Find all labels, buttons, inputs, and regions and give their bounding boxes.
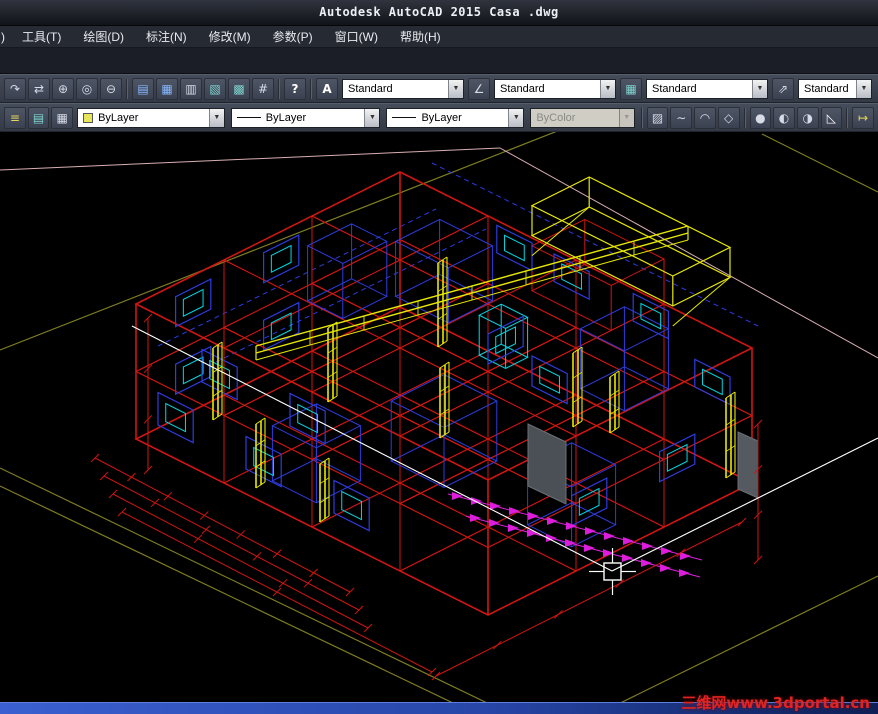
arc-icon[interactable]: ◠	[694, 106, 716, 129]
dim-style-combo[interactable]: Standard ▼	[494, 78, 616, 99]
layer-properties-icon[interactable]: ≡	[4, 106, 26, 129]
menu-item-window[interactable]: 窗口(W)	[324, 26, 389, 48]
toolbar-row-properties: ≡ ▤ ▦ ByLayer ▼ ByLayer ▼ ByLayer ▼ ByCo…	[0, 103, 878, 132]
render-sphere-icon[interactable]: ●	[749, 106, 772, 129]
titlebar[interactable]: Autodesk AutoCAD 2015 Casa .dwg	[0, 0, 878, 26]
dropdown-arrow-icon: ▼	[618, 108, 634, 127]
region-icon[interactable]: ◇	[717, 106, 740, 129]
menubar: ) 工具(T) 绘图(D) 标注(N) 修改(M) 参数(P) 窗口(W) 帮助…	[0, 26, 878, 48]
zoom-in-icon[interactable]: ⊕	[52, 77, 74, 100]
polyline-icon[interactable]: ∼	[670, 106, 693, 129]
plot-preview-icon[interactable]: ▥	[180, 77, 202, 100]
table-style-combo[interactable]: Standard ▼	[646, 78, 768, 99]
dropdown-arrow-icon[interactable]: ▼	[856, 79, 871, 98]
zoom-previous-icon[interactable]: ⊖	[100, 77, 122, 100]
lineweight-control-combo[interactable]: ByLayer ▼	[386, 107, 525, 128]
linetype-control-value: ByLayer	[265, 111, 307, 124]
toolbar-separator	[310, 78, 312, 99]
menu-item-modify[interactable]: 修改(M)	[198, 26, 262, 48]
menu-item-partial[interactable]: )	[0, 26, 11, 48]
render-light-icon[interactable]: ◑	[796, 106, 819, 129]
lineweight-sample	[392, 117, 417, 118]
match-properties-icon[interactable]: ▨	[646, 106, 669, 129]
multileader-style-combo[interactable]: Standard ▼	[798, 78, 872, 99]
quickcalc-icon[interactable]: #	[252, 77, 274, 100]
plot-icon[interactable]: ▦	[156, 77, 178, 100]
toolbar-separator	[743, 107, 746, 128]
pan-icon[interactable]: ⇄	[28, 77, 50, 100]
lineweight-control-value: ByLayer	[421, 111, 462, 124]
plot-style-control-combo: ByColor ▼	[530, 107, 635, 128]
layer-make-current-icon[interactable]: ▦	[51, 106, 74, 129]
dropdown-arrow-icon[interactable]: ▼	[508, 108, 524, 127]
window-title: Autodesk AutoCAD 2015 Casa .dwg	[319, 5, 559, 19]
color-control-combo[interactable]: ByLayer ▼	[77, 107, 225, 128]
table-icon[interactable]: ▩	[228, 77, 250, 100]
color-control-value: ByLayer	[98, 111, 139, 124]
plot-style-control-value: ByColor	[536, 111, 576, 124]
dim-style-value: Standard	[500, 82, 545, 95]
text-style-icon[interactable]: A	[316, 77, 338, 100]
menu-item-tools[interactable]: 工具(T)	[11, 26, 72, 48]
menu-item-help[interactable]: 帮助(H)	[389, 26, 452, 48]
linetype-control-combo[interactable]: ByLayer ▼	[230, 107, 381, 128]
menu-item-dimension[interactable]: 标注(N)	[135, 26, 198, 48]
wireframe-drawing	[0, 132, 878, 702]
toolbar-separator	[846, 107, 849, 128]
toolbar-separator	[278, 78, 280, 99]
toolbar-row-standard: ↷ ⇄ ⊕ ◎ ⊖ ▤ ▦ ▥ ▧ ▩ # ? A Standard ▼ ∠ S…	[0, 74, 878, 103]
menu-item-draw[interactable]: 绘图(D)	[72, 26, 135, 48]
zoom-realtime-icon[interactable]: ◎	[76, 77, 98, 100]
table-style-icon[interactable]: ▦	[620, 77, 642, 100]
text-style-value: Standard	[348, 82, 393, 95]
help-icon[interactable]: ?	[284, 77, 306, 100]
autocad-window: Autodesk AutoCAD 2015 Casa .dwg ) 工具(T) …	[0, 0, 878, 714]
text-style-combo[interactable]: Standard ▼	[342, 78, 464, 99]
save-icon[interactable]: ▤	[132, 77, 154, 100]
publish-icon[interactable]: ▧	[204, 77, 226, 100]
dropdown-arrow-icon[interactable]: ▼	[208, 108, 224, 127]
dropdown-arrow-icon[interactable]: ▼	[600, 79, 615, 98]
toolbar-separator	[640, 107, 643, 128]
dim-style-icon[interactable]: ∠	[468, 77, 490, 100]
dropdown-arrow-icon[interactable]: ▼	[364, 108, 380, 127]
table-style-value: Standard	[652, 82, 697, 95]
menu-item-parametric[interactable]: 参数(P)	[262, 26, 324, 48]
watermark: 三维网www.3dportal.cn	[681, 694, 870, 712]
measure-icon[interactable]: ↦	[852, 106, 874, 129]
multileader-style-icon[interactable]: ⇗	[772, 77, 794, 100]
color-swatch	[83, 112, 94, 123]
linetype-sample	[236, 117, 261, 118]
multileader-style-value: Standard	[804, 82, 849, 95]
redo-icon[interactable]: ↷	[4, 77, 26, 100]
drawing-canvas[interactable]	[0, 132, 878, 702]
toolbar-separator	[126, 78, 128, 99]
layer-states-icon[interactable]: ▤	[27, 106, 50, 129]
dropdown-arrow-icon[interactable]: ▼	[752, 79, 767, 98]
toolbar-dock-area	[0, 48, 878, 74]
face-tool-icon[interactable]: ◺	[820, 106, 843, 129]
render-material-icon[interactable]: ◐	[773, 106, 795, 129]
dropdown-arrow-icon[interactable]: ▼	[448, 79, 463, 98]
